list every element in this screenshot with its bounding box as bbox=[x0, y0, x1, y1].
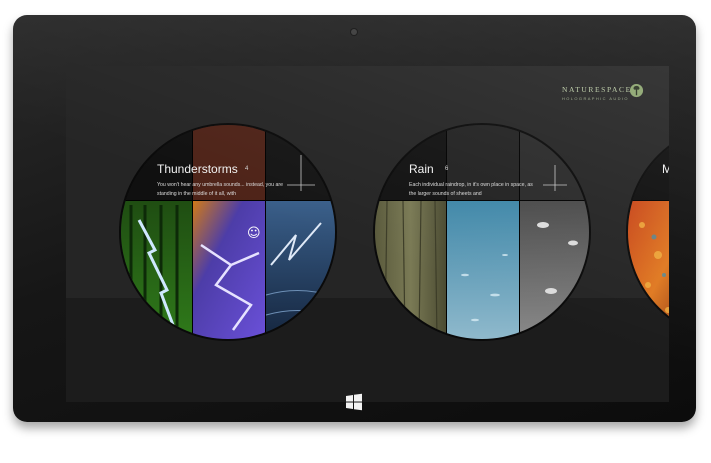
logo-subtitle: HOLOGRAPHIC AUDIO bbox=[562, 96, 629, 101]
partial-artwork bbox=[628, 125, 669, 339]
tile-description: Each individual raindrop, in it's own pl… bbox=[409, 182, 533, 197]
tile-rain[interactable]: Rain 6 Each individual raindrop, in it's… bbox=[373, 123, 591, 341]
naturespace-logo: NATURESPACE HOLOGRAPHIC AUDIO bbox=[562, 82, 652, 104]
windows-logo-icon[interactable] bbox=[345, 393, 363, 411]
tile-description: You won't hear any umbrella sounds... in… bbox=[157, 182, 283, 197]
tile-title: Thunderstorms bbox=[157, 162, 238, 176]
tile-thunderstorms[interactable]: ☺ Thunderstorms 4 You won't hear any umb… bbox=[119, 123, 337, 341]
tile-partial[interactable]: M bbox=[626, 123, 669, 341]
tile-count: 4 bbox=[245, 166, 249, 172]
svg-text:☺: ☺ bbox=[247, 226, 261, 241]
tile-title: Rain bbox=[409, 162, 434, 176]
tile-title: M bbox=[662, 162, 669, 176]
tile-count: 6 bbox=[445, 166, 449, 172]
tree-logo-icon bbox=[629, 83, 644, 98]
rain-artwork bbox=[375, 125, 589, 339]
app-screen: NATURESPACE HOLOGRAPHIC AUDIO ☺ Thunders… bbox=[66, 66, 669, 402]
tablet-device: NATURESPACE HOLOGRAPHIC AUDIO ☺ Thunders… bbox=[13, 15, 696, 422]
logo-title: NATURESPACE bbox=[562, 85, 632, 94]
camera-icon bbox=[351, 29, 357, 35]
thunderstorms-artwork: ☺ bbox=[121, 125, 335, 339]
